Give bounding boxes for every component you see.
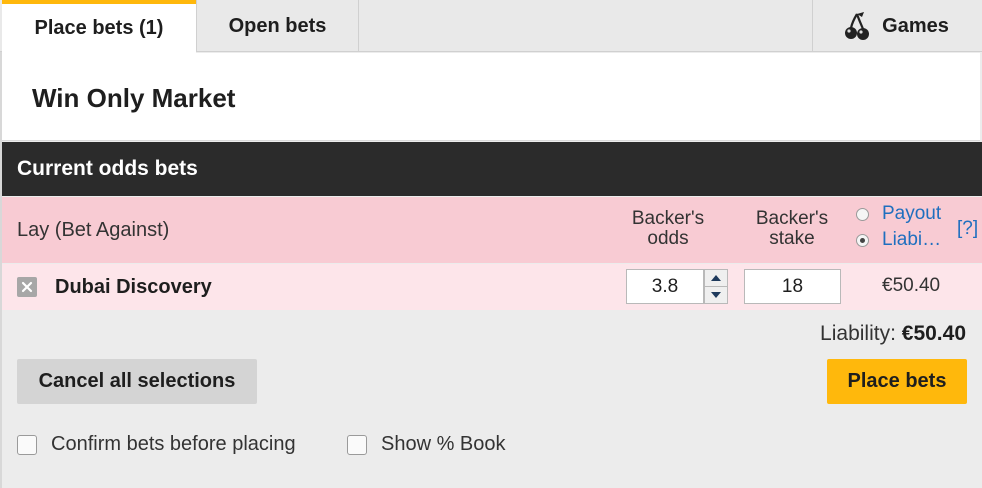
- close-icon: [21, 281, 33, 293]
- stake-input[interactable]: 18: [744, 269, 841, 304]
- backers-odds-header: Backer's odds: [616, 209, 720, 249]
- section-title: Current odds bets: [17, 157, 198, 180]
- payout-radio[interactable]: [856, 207, 869, 221]
- selection-liability: €50.40: [882, 275, 941, 296]
- tab-open-bets-label: Open bets: [228, 14, 327, 37]
- total-liability-value: €50.40: [901, 322, 966, 345]
- liability-option[interactable]: Liabi…: [856, 229, 941, 251]
- total-liability-label: Liability:: [820, 322, 896, 345]
- tab-place-bets[interactable]: Place bets (1): [2, 0, 196, 53]
- odds-increase-button[interactable]: [704, 269, 728, 287]
- arrow-up-icon: [711, 275, 721, 281]
- selection-row: Dubai Discovery 3.8 18 €50.40: [2, 264, 982, 310]
- confirm-bets-option[interactable]: Confirm bets before placing: [17, 433, 296, 456]
- backers-stake-header-line2: stake: [769, 228, 815, 249]
- backers-odds-header-line1: Backer's: [631, 208, 705, 229]
- lay-label: Lay (Bet Against): [17, 219, 170, 241]
- place-bets-button[interactable]: Place bets: [827, 359, 967, 404]
- market-title: Win Only Market: [32, 83, 236, 113]
- total-liability: Liability: €50.40: [820, 322, 966, 346]
- backers-odds-header-line2: odds: [647, 228, 689, 249]
- section-header: Current odds bets: [2, 142, 982, 196]
- tab-open-bets[interactable]: Open bets: [196, 0, 359, 52]
- backers-stake-header-line1: Backer's: [755, 208, 829, 229]
- show-book-option[interactable]: Show % Book: [347, 433, 506, 456]
- tab-games[interactable]: Games: [812, 0, 980, 52]
- cherries-icon: [844, 11, 870, 41]
- cancel-all-button[interactable]: Cancel all selections: [17, 359, 257, 404]
- betslip-tabs: Place bets (1) Open bets Games: [0, 0, 982, 53]
- confirm-bets-label[interactable]: Confirm bets before placing: [51, 433, 296, 456]
- runner-name: Dubai Discovery: [55, 276, 212, 298]
- odds-input[interactable]: 3.8: [626, 269, 704, 304]
- backers-stake-header: Backer's stake: [742, 209, 842, 249]
- market-header: Win Only Market: [2, 53, 980, 141]
- show-book-checkbox[interactable]: [347, 434, 367, 455]
- tab-games-label: Games: [882, 14, 949, 37]
- remove-selection-button[interactable]: [17, 277, 37, 297]
- tab-place-bets-label: Place bets (1): [34, 17, 164, 39]
- payout-option[interactable]: Payout: [856, 203, 941, 225]
- liability-option-label[interactable]: Liabi…: [882, 229, 941, 251]
- odds-stepper: [704, 269, 728, 304]
- help-link[interactable]: [?]: [957, 218, 978, 240]
- arrow-down-icon: [711, 292, 721, 298]
- show-book-label[interactable]: Show % Book: [381, 433, 506, 456]
- lay-column-header: Lay (Bet Against) Backer's odds Backer's…: [2, 197, 982, 263]
- odds-decrease-button[interactable]: [704, 287, 728, 304]
- liability-radio[interactable]: [856, 233, 869, 247]
- confirm-bets-checkbox[interactable]: [17, 434, 37, 455]
- payout-label[interactable]: Payout: [882, 203, 941, 225]
